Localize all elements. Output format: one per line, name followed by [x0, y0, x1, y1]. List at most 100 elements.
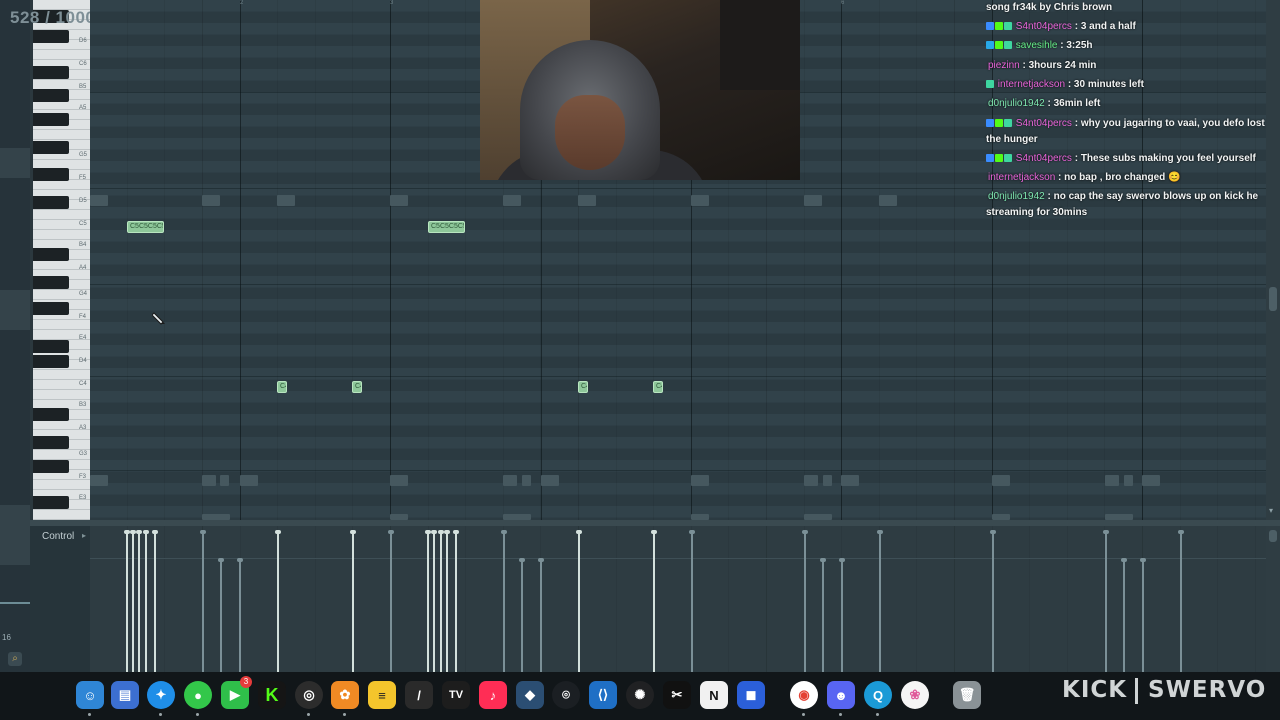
quicktime-icon[interactable]: Q	[864, 681, 892, 709]
velocity-bar[interactable]	[519, 558, 525, 672]
obs-icon[interactable]: ◎	[295, 681, 323, 709]
screen: 16 ⌕ D6 C6 B5 A5 G5 F5 D5 C5 B4 A4 G4 F4…	[0, 0, 1280, 720]
piano-keyboard[interactable]: D6 C6 B5 A5 G5 F5 D5 C5 B4 A4 G4 F4 E4 D…	[33, 0, 90, 520]
velocity-bar[interactable]	[820, 558, 826, 672]
velocity-bar[interactable]	[218, 558, 224, 672]
safari-icon[interactable]: ✦	[147, 681, 175, 709]
discord-icon[interactable]: ☻	[827, 681, 855, 709]
pen-icon[interactable]: /	[405, 681, 433, 709]
scroll-line	[0, 602, 30, 604]
key-label: A4	[79, 265, 87, 271]
chat-text: : 3:25h	[1057, 40, 1093, 51]
messages-icon[interactable]: ●	[184, 681, 212, 709]
note-block[interactable]: C5C5C5C5	[127, 221, 164, 233]
chatgpt-icon[interactable]: ✺	[626, 681, 654, 709]
left-panel-strip: 16 ⌕	[0, 0, 30, 672]
badge-icon	[986, 41, 994, 49]
key-label: C4	[79, 381, 87, 387]
velocity-bar[interactable]	[576, 530, 582, 672]
velocity-bar[interactable]	[990, 530, 996, 672]
chat-text: : 30 minutes left	[1065, 79, 1144, 90]
search-tool-icon[interactable]: ⌕	[8, 652, 22, 666]
chat-message: d0njulio1942 : 36min left	[986, 96, 1274, 112]
chat-username[interactable]: d0njulio1942	[988, 98, 1045, 109]
davinci-icon[interactable]: ◆	[516, 681, 544, 709]
kick-app-icon[interactable]: K	[258, 681, 286, 709]
capcut-icon[interactable]: ✂	[663, 681, 691, 709]
velocity-bar[interactable]	[388, 530, 394, 672]
control-lane-scrollbar[interactable]	[1266, 526, 1280, 672]
chat-username[interactable]: S4nt04percs	[1016, 118, 1072, 129]
key-label: D4	[79, 358, 87, 364]
badge-icon	[995, 22, 1003, 30]
velocity-bar[interactable]	[431, 530, 437, 672]
tradingview-icon[interactable]: TV	[442, 681, 470, 709]
key-label: E3	[79, 495, 87, 501]
chat-message: savesihle : 3:25h	[986, 38, 1274, 54]
velocity-bar[interactable]	[350, 530, 356, 672]
key-label: B5	[79, 84, 87, 90]
velocity-bar[interactable]	[237, 558, 243, 672]
velocity-bar[interactable]	[425, 530, 431, 672]
badge-icon	[1004, 119, 1012, 127]
chat-username[interactable]: S4nt04percs	[1016, 153, 1072, 164]
chat-message: internetjackson : no bap , bro changed 😊	[986, 170, 1274, 186]
velocity-bar[interactable]	[130, 530, 136, 672]
velocity-bar[interactable]	[1140, 558, 1146, 672]
chat-username[interactable]: d0njulio1942	[988, 191, 1045, 202]
velocity-bar[interactable]	[839, 558, 845, 672]
note-block[interactable]: C4	[653, 381, 663, 393]
chevron-down-icon[interactable]: ▾	[1269, 506, 1277, 515]
note-block[interactable]: C5C5C5C5	[428, 221, 465, 233]
velocity-bar[interactable]	[538, 558, 544, 672]
chat-username[interactable]: internetjackson	[998, 79, 1065, 90]
velocity-bar[interactable]	[136, 530, 142, 672]
scroll-thumb[interactable]	[1269, 287, 1277, 311]
chat-username[interactable]: savesihle	[1016, 40, 1058, 51]
finder-icon[interactable]: ☺	[76, 681, 104, 709]
photos-icon[interactable]: ❀	[901, 681, 929, 709]
notes-icon[interactable]: ≡	[368, 681, 396, 709]
velocity-bar[interactable]	[200, 530, 206, 672]
velocity-bar[interactable]	[802, 530, 808, 672]
note-block[interactable]: C4	[352, 381, 362, 393]
scroll-thumb[interactable]	[1269, 530, 1277, 542]
velocity-bar[interactable]	[501, 530, 507, 672]
velocity-bar[interactable]	[438, 530, 444, 672]
velocity-bar[interactable]	[651, 530, 657, 672]
velocity-bar[interactable]	[877, 530, 883, 672]
velocity-bar[interactable]	[1103, 530, 1109, 672]
velocity-bar[interactable]	[143, 530, 149, 672]
velocity-bar[interactable]	[1178, 530, 1184, 672]
velocity-bar[interactable]	[275, 530, 281, 672]
files-icon[interactable]: ▤	[111, 681, 139, 709]
chat-message: piezinn : 3hours 24 min	[986, 58, 1274, 74]
velocity-bar[interactable]	[453, 530, 459, 672]
velocity-bar[interactable]	[124, 530, 130, 672]
velocity-bar[interactable]	[1121, 558, 1127, 672]
notion-icon[interactable]: N	[700, 681, 728, 709]
velocity-bar[interactable]	[689, 530, 695, 672]
github-icon[interactable]: ⌾	[552, 681, 580, 709]
fl-studio-icon[interactable]: ✿	[331, 681, 359, 709]
vscode-icon[interactable]: ⟨⟩	[589, 681, 617, 709]
velocity-bar[interactable]	[444, 530, 450, 672]
trash-icon[interactable]: 🗑	[953, 681, 981, 709]
chevron-right-icon[interactable]: ▸	[82, 531, 86, 540]
webcam-overlay	[480, 0, 800, 180]
chrome-icon[interactable]: ◉	[790, 681, 818, 709]
key-label: F4	[79, 314, 87, 320]
chat-username[interactable]: S4nt04percs	[1016, 21, 1072, 32]
stream-chat: song fr34k by Chris brown S4nt04percs : …	[982, 0, 1272, 230]
bar-number: 2	[240, 0, 244, 6]
velocity-lane[interactable]	[90, 526, 1266, 672]
velocity-bar[interactable]	[152, 530, 158, 672]
music-icon[interactable]: ♪	[479, 681, 507, 709]
key-label: D6	[79, 38, 87, 44]
note-block[interactable]: C4	[578, 381, 588, 393]
roblox-icon[interactable]: ◼	[737, 681, 765, 709]
chat-username[interactable]: internetjackson	[988, 172, 1055, 183]
control-lane-header[interactable]: Control ▸	[30, 526, 90, 672]
chat-username[interactable]: piezinn	[988, 60, 1020, 71]
note-block[interactable]: C4	[277, 381, 287, 393]
